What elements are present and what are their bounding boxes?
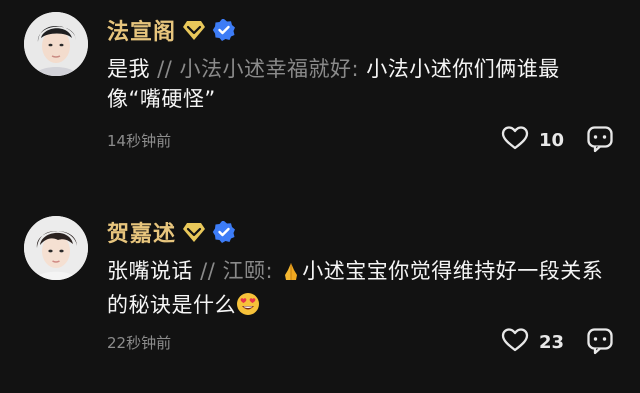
like-button[interactable]: 10 (501, 125, 564, 155)
heart-eyes-emoji-icon (236, 292, 260, 324)
username[interactable]: 法宣阁 (107, 14, 176, 46)
reply-button[interactable] (586, 327, 614, 359)
heart-outline-icon (501, 125, 529, 155)
like-count: 23 (539, 331, 565, 353)
username-row: 法宣阁 (107, 14, 236, 46)
like-count: 10 (539, 129, 565, 151)
quote-separator: // (193, 259, 223, 283)
verified-check-icon (212, 18, 236, 42)
comment-meta: 14秒钟前 10 (107, 124, 617, 156)
username-row: 贺嘉述 (107, 216, 236, 248)
username[interactable]: 贺嘉述 (107, 216, 176, 248)
comment-bubble-icon (586, 328, 614, 359)
comment-text: 是我 // 小法小述幸福就好: 小法小述你们俩谁最像“嘴硬怪” (107, 54, 607, 114)
reply-button[interactable] (586, 125, 614, 157)
timestamp: 14秒钟前 (107, 132, 172, 150)
comment-text: 张嘴说话 // 江颐: 小述宝宝你觉得维持好一段关系的秘诀是什么 (107, 256, 607, 324)
diamond-badge-icon (182, 19, 206, 41)
verified-check-icon (212, 220, 236, 244)
folded-hands-emoji-icon (280, 260, 302, 290)
quote-separator: // (150, 57, 180, 81)
quoted-author[interactable]: 小法小述幸福就好: (180, 57, 360, 81)
timestamp: 22秒钟前 (107, 334, 172, 352)
heart-outline-icon (501, 327, 529, 357)
avatar[interactable] (24, 216, 88, 280)
comment-meta: 22秒钟前 23 (107, 326, 617, 358)
quoted-author[interactable]: 江颐: (223, 259, 274, 283)
like-button[interactable]: 23 (501, 327, 564, 357)
comment-bubble-icon (586, 126, 614, 157)
comment-main-text: 张嘴说话 (107, 259, 193, 283)
avatar[interactable] (24, 12, 88, 76)
diamond-badge-icon (182, 221, 206, 243)
comment-main-text: 是我 (107, 57, 150, 81)
comment-feed: 法宣阁 是我 // 小法小述幸福就好: 小法小述你们俩谁最像“嘴硬怪” 14秒钟… (0, 0, 640, 393)
